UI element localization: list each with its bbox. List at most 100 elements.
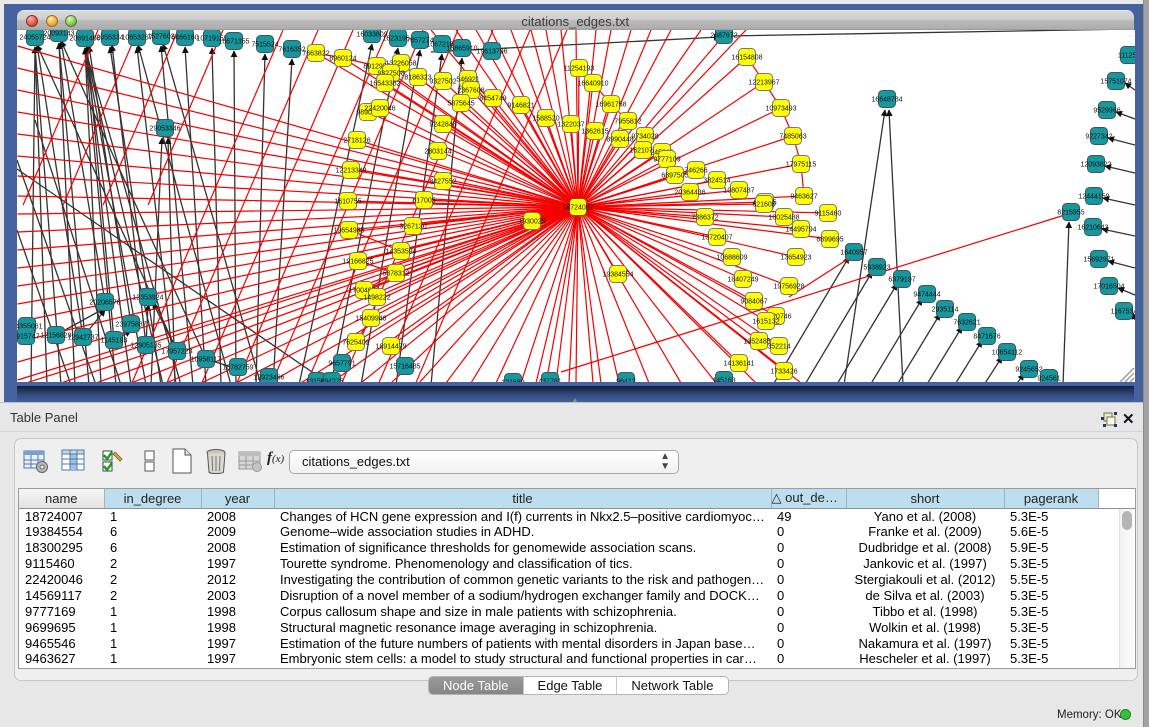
svg-text:12353924: 12353924: [132, 295, 163, 302]
svg-text:18724007: 18724007: [562, 205, 593, 212]
svg-text:924561: 924561: [1037, 376, 1060, 383]
svg-text:8186323: 8186323: [404, 75, 431, 82]
svg-text:14353594: 14353594: [385, 249, 416, 256]
svg-text:1640957: 1640957: [840, 250, 867, 257]
svg-text:19654985: 19654985: [333, 228, 364, 235]
svg-text:16782759: 16782759: [222, 365, 253, 372]
svg-text:294275: 294275: [320, 379, 343, 383]
svg-text:145163: 145163: [712, 378, 735, 383]
svg-text:7515524: 7515524: [251, 42, 278, 49]
svg-text:9245652: 9245652: [1015, 367, 1042, 374]
svg-text:11254193: 11254193: [563, 66, 594, 73]
svg-text:121589: 121589: [501, 380, 524, 383]
svg-text:10973493: 10973493: [765, 106, 796, 113]
svg-text:7485063: 7485063: [779, 134, 806, 141]
svg-text:8960124: 8960124: [329, 56, 356, 63]
svg-text:5938923: 5938923: [863, 265, 890, 272]
svg-text:352214: 352214: [767, 344, 790, 351]
svg-text:17957223: 17957223: [161, 349, 192, 356]
svg-text:20206576: 20206576: [89, 300, 120, 307]
svg-text:9463627: 9463627: [790, 194, 817, 201]
svg-text:7386372: 7386372: [691, 215, 718, 222]
svg-text:9227342: 9227342: [1085, 134, 1112, 141]
svg-text:7663822: 7663822: [302, 51, 329, 58]
svg-text:6379197: 6379197: [888, 277, 915, 284]
svg-text:19166825: 19166825: [342, 259, 373, 266]
svg-text:22420046: 22420046: [364, 106, 395, 113]
svg-text:16640910: 16640910: [577, 81, 608, 88]
svg-text:16543382: 16543382: [369, 81, 400, 88]
svg-text:12923466: 12923466: [253, 375, 284, 382]
svg-text:12213349: 12213349: [335, 168, 366, 175]
svg-text:2367608: 2367608: [457, 88, 484, 95]
svg-text:1930025: 1930025: [518, 219, 545, 226]
svg-text:9734028: 9734028: [631, 134, 658, 141]
svg-text:1145193: 1145193: [100, 338, 127, 345]
svg-text:16154808: 16154808: [731, 55, 762, 62]
svg-text:2055334: 2055334: [96, 35, 123, 42]
svg-text:10807487: 10807487: [723, 188, 754, 195]
svg-text:1610755: 1610755: [334, 199, 361, 206]
svg-text:1498222: 1498222: [363, 295, 390, 302]
svg-text:7955812: 7955812: [614, 119, 641, 126]
svg-text:12093822: 12093822: [1080, 162, 1111, 169]
svg-text:9777109: 9777109: [653, 157, 680, 164]
svg-text:8454749: 8454749: [479, 96, 506, 103]
svg-text:6899695: 6899695: [816, 237, 843, 244]
svg-text:2935114: 2935114: [931, 307, 958, 314]
svg-text:14495794: 14495794: [785, 227, 816, 234]
svg-text:10958117: 10958117: [190, 357, 221, 364]
svg-text:9115460: 9115460: [814, 211, 841, 218]
svg-text:3915747: 3915747: [17, 334, 40, 341]
svg-text:17975115: 17975115: [785, 162, 816, 169]
svg-text:16865910: 16865910: [446, 46, 477, 53]
svg-text:13720407: 13720407: [701, 235, 732, 242]
svg-text:12942737: 12942737: [67, 335, 98, 342]
svg-text:15409948: 15409948: [355, 316, 386, 323]
svg-text:1615132: 1615132: [752, 319, 779, 326]
svg-text:16961758: 16961758: [595, 102, 626, 109]
svg-text:12213967: 12213967: [748, 80, 779, 87]
svg-text:16210643: 16210643: [1077, 225, 1108, 232]
svg-text:1167534: 1167534: [1110, 309, 1134, 316]
svg-text:15716485: 15716485: [389, 364, 420, 371]
svg-text:9084067: 9084067: [740, 299, 767, 306]
svg-text:1733426: 1733426: [770, 369, 797, 376]
svg-text:437781: 437781: [538, 379, 561, 383]
svg-text:12905135: 12905135: [130, 343, 161, 350]
svg-text:8471676: 8471676: [973, 334, 1000, 341]
svg-text:96412: 96412: [616, 379, 636, 383]
svg-text:9146821: 9146821: [507, 103, 534, 110]
svg-text:9474444: 9474444: [913, 292, 940, 299]
svg-text:14136141: 14136141: [723, 361, 754, 368]
svg-text:7625402: 7625402: [342, 340, 369, 347]
svg-text:2687672: 2687672: [710, 33, 737, 40]
svg-text:19756928: 19756928: [773, 284, 804, 291]
svg-text:20364436: 20364436: [674, 190, 705, 197]
svg-text:7616352: 7616352: [278, 47, 305, 54]
svg-text:9327502: 9327502: [429, 79, 456, 86]
svg-text:10654112: 10654112: [991, 350, 1022, 357]
svg-text:10688609: 10688609: [716, 255, 747, 262]
svg-text:15751074: 15751074: [1100, 79, 1131, 86]
svg-text:17016504: 17016504: [1093, 284, 1124, 291]
svg-text:1322037: 1322037: [557, 122, 584, 129]
svg-text:817005: 817005: [412, 198, 435, 205]
svg-text:19384554: 19384554: [602, 272, 633, 279]
svg-text:5875645: 5875645: [447, 101, 474, 108]
svg-text:1588520: 1588520: [532, 116, 559, 123]
svg-text:1362615: 1362615: [581, 129, 608, 136]
svg-text:2718126: 2718126: [343, 138, 370, 145]
svg-text:16671355: 16671355: [218, 39, 249, 46]
svg-text:23975887: 23975887: [115, 322, 146, 329]
svg-text:746266: 746266: [684, 168, 707, 175]
svg-text:9529966: 9529966: [1093, 108, 1120, 115]
svg-text:16914479: 16914479: [375, 344, 406, 351]
svg-text:111254: 111254: [1117, 53, 1134, 60]
svg-text:2803144: 2803144: [424, 149, 451, 156]
svg-text:19613796: 19613796: [476, 49, 507, 56]
svg-text:13654923: 13654923: [780, 255, 811, 262]
svg-text:8990448: 8990448: [606, 137, 633, 144]
svg-text:3267130: 3267130: [399, 224, 426, 231]
svg-text:9657791: 9657791: [328, 361, 355, 368]
